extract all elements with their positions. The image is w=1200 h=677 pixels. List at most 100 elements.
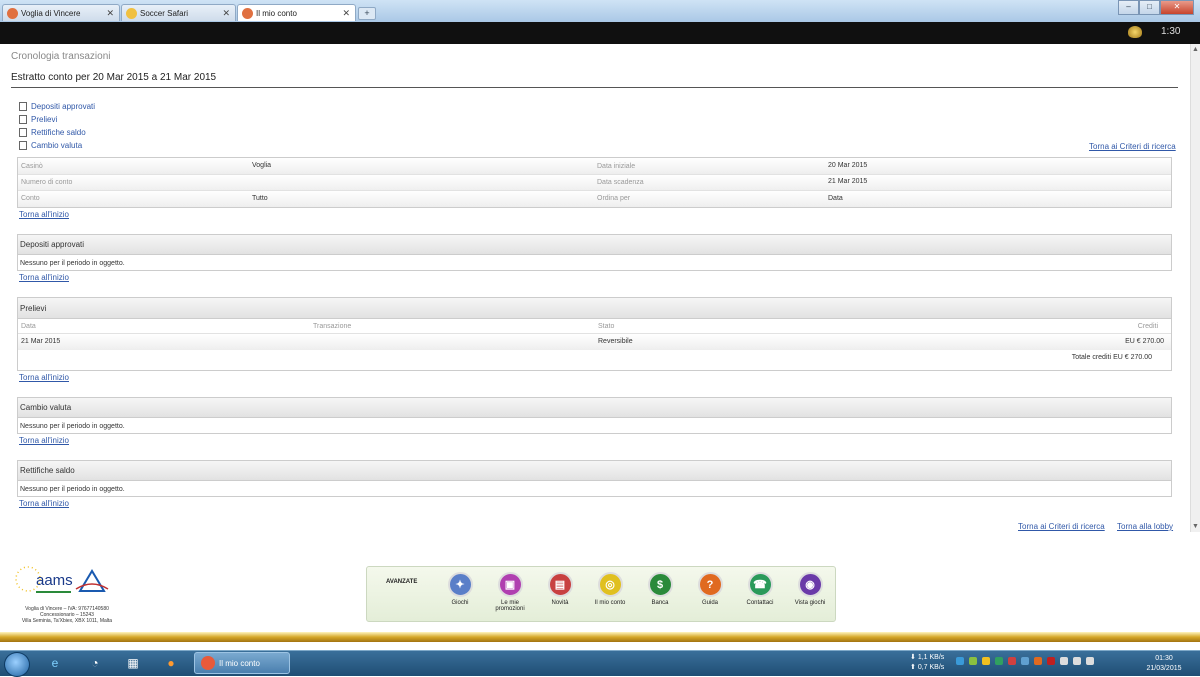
games-view-icon: ◉	[797, 572, 823, 597]
aams-logo-text: aams	[36, 572, 73, 589]
firefox-icon[interactable]: ●	[160, 653, 182, 673]
end-date-value: 21 Mar 2015	[828, 178, 868, 185]
nav-contattaci[interactable]: ☎ Contattaci	[738, 572, 782, 606]
back-to-criteria-link[interactable]: Torna ai Criteri di ricerca	[1089, 142, 1176, 151]
tab-soccer-safari[interactable]: Soccer Safari ✕	[121, 4, 236, 21]
balance-adjustments-section: Rettifiche saldo Nessuno per il periodo …	[17, 460, 1172, 497]
site-footer: aams Voglia di Vincere – IVA: 9767714058…	[0, 532, 1200, 650]
tab-label: Soccer Safari	[140, 8, 189, 18]
casino-icon	[201, 656, 215, 670]
casino-label: Casinò	[21, 163, 43, 170]
taskbar-task-il-mio-conto[interactable]: Il mio conto	[194, 652, 290, 674]
total-row: Totale crediti EU € 270.00	[18, 350, 1171, 368]
system-clock[interactable]: 01:30 21/03/2015	[1138, 654, 1190, 674]
nav-vista-giochi[interactable]: ◉ Vista giochi	[788, 572, 832, 606]
column-header-credits: Crediti	[1137, 323, 1158, 330]
back-to-top-link[interactable]: Torna all'inizio	[19, 436, 69, 445]
back-to-top-link[interactable]: Torna all'inizio	[19, 273, 69, 282]
criteria-row	[18, 174, 1171, 191]
link-cambio-valuta[interactable]: Cambio valuta	[19, 139, 95, 152]
window-controls: – □ ✕	[1118, 0, 1194, 15]
tab-voglia-di-vincere[interactable]: Voglia di Vincere ✕	[2, 4, 120, 21]
back-to-criteria-link[interactable]: Torna ai Criteri di ricerca	[1018, 522, 1105, 531]
nav-guida[interactable]: ? Guida	[688, 572, 732, 606]
nav-banca[interactable]: $ Banca	[638, 572, 682, 606]
close-window-button[interactable]: ✕	[1160, 0, 1194, 15]
criteria-row	[18, 190, 1171, 207]
row-credits: EU € 270.00	[1125, 338, 1164, 345]
casino-icon	[7, 7, 18, 19]
panel-label: AVANZATE	[386, 579, 418, 585]
section-header: Cambio valuta	[18, 398, 1171, 418]
minimize-button[interactable]: –	[1118, 0, 1139, 15]
soccer-icon	[126, 7, 137, 19]
app-icon[interactable]: ◔	[84, 653, 106, 673]
scroll-up-icon[interactable]: ▲	[1192, 46, 1199, 53]
casino-value: Voglia	[252, 162, 272, 169]
section-header: Rettifiche saldo	[18, 461, 1171, 481]
document-icon	[19, 141, 27, 150]
order-label: Ordina per	[597, 195, 631, 202]
total-value: EU € 270.00	[1113, 354, 1152, 361]
order-value: Data	[828, 195, 843, 202]
promotions-icon: ▣	[497, 572, 523, 597]
internet-explorer-icon[interactable]: e	[44, 653, 66, 673]
account-value: Tutto	[252, 195, 268, 202]
scroll-down-icon[interactable]: ▼	[1192, 523, 1199, 530]
account-label: Conto	[21, 195, 40, 202]
tray-icons[interactable]	[956, 657, 1121, 669]
start-button[interactable]	[4, 652, 30, 677]
nav-giochi[interactable]: ✦ Giochi	[438, 572, 482, 606]
gold-divider	[0, 632, 1200, 642]
back-to-top-link[interactable]: Torna all'inizio	[19, 373, 69, 382]
new-tab-button[interactable]: +	[358, 7, 376, 20]
document-icon	[19, 102, 27, 111]
link-depositi-approvati[interactable]: Depositi approvati	[19, 100, 95, 113]
os-taskbar: e ◔ ▦ ● Il mio conto ⬇ 1,1 KB/s ⬆ 0,7 KB…	[0, 650, 1200, 677]
column-header-date: Data	[21, 323, 36, 330]
account-icon: ◎	[597, 572, 623, 597]
close-tab-icon[interactable]: ✕	[222, 8, 230, 19]
casino-icon	[242, 7, 253, 19]
tab-label: Il mio conto	[256, 8, 297, 18]
notes-icon[interactable]: ▦	[122, 653, 144, 673]
link-rettifiche-saldo[interactable]: Rettifiche saldo	[19, 126, 95, 139]
withdrawals-section: Prelievi Data Transazione Stato Crediti …	[17, 297, 1172, 371]
column-header-transaction: Transazione	[313, 323, 352, 330]
close-tab-icon[interactable]: ✕	[342, 8, 350, 19]
criteria-row	[18, 158, 1171, 174]
search-criteria-table: Casinò Voglia Numero di conto Conto Tutt…	[17, 157, 1172, 208]
total-label: Totale crediti	[1071, 354, 1111, 361]
nav-le-mie-promozioni[interactable]: ▣ Le mie promozioni	[488, 572, 532, 612]
bank-icon: $	[647, 572, 673, 597]
nav-novita[interactable]: ▤ Novità	[538, 572, 582, 606]
page-title: Cronologia transazioni	[11, 51, 111, 62]
start-date-value: 20 Mar 2015	[828, 162, 868, 169]
back-to-top-link[interactable]: Torna all'inizio	[19, 499, 69, 508]
link-prelievi[interactable]: Prelievi	[19, 113, 95, 126]
divider	[11, 87, 1178, 88]
vertical-scrollbar[interactable]: ▲ ▼	[1190, 44, 1200, 532]
help-icon: ?	[697, 572, 723, 597]
quick-links: Depositi approvati Prelievi Rettifiche s…	[19, 100, 95, 152]
news-icon: ▤	[547, 572, 573, 597]
empty-message: Nessuno per il periodo in oggetto.	[20, 422, 125, 430]
section-header: Depositi approvati	[18, 235, 1171, 255]
row-status: Reversibile	[598, 338, 633, 345]
empty-message: Nessuno per il periodo in oggetto.	[20, 259, 125, 267]
statement-title: Estratto conto per 20 Mar 2015 a 21 Mar …	[11, 72, 217, 83]
back-to-top-link[interactable]: Torna all'inizio	[19, 210, 69, 219]
tab-il-mio-conto[interactable]: Il mio conto ✕	[237, 4, 356, 21]
aams-logo: aams	[15, 566, 109, 593]
phone-icon: ☎	[747, 572, 773, 597]
account-content: Cronologia transazioni Estratto conto pe…	[0, 44, 1190, 532]
company-info: Voglia di Vincere – IVA: 97677140580 Con…	[21, 606, 113, 624]
back-to-lobby-link[interactable]: Torna alla lobby	[1117, 522, 1173, 531]
nav-il-mio-conto[interactable]: ◎ Il mio conto	[588, 572, 632, 606]
maximize-button[interactable]: □	[1139, 0, 1160, 15]
close-tab-icon[interactable]: ✕	[106, 8, 114, 19]
start-date-label: Data iniziale	[597, 163, 636, 170]
deposits-section: Depositi approvati Nessuno per il period…	[17, 234, 1172, 271]
row-date: 21 Mar 2015	[21, 338, 61, 345]
app-header-bar: 1:30	[0, 22, 1200, 45]
